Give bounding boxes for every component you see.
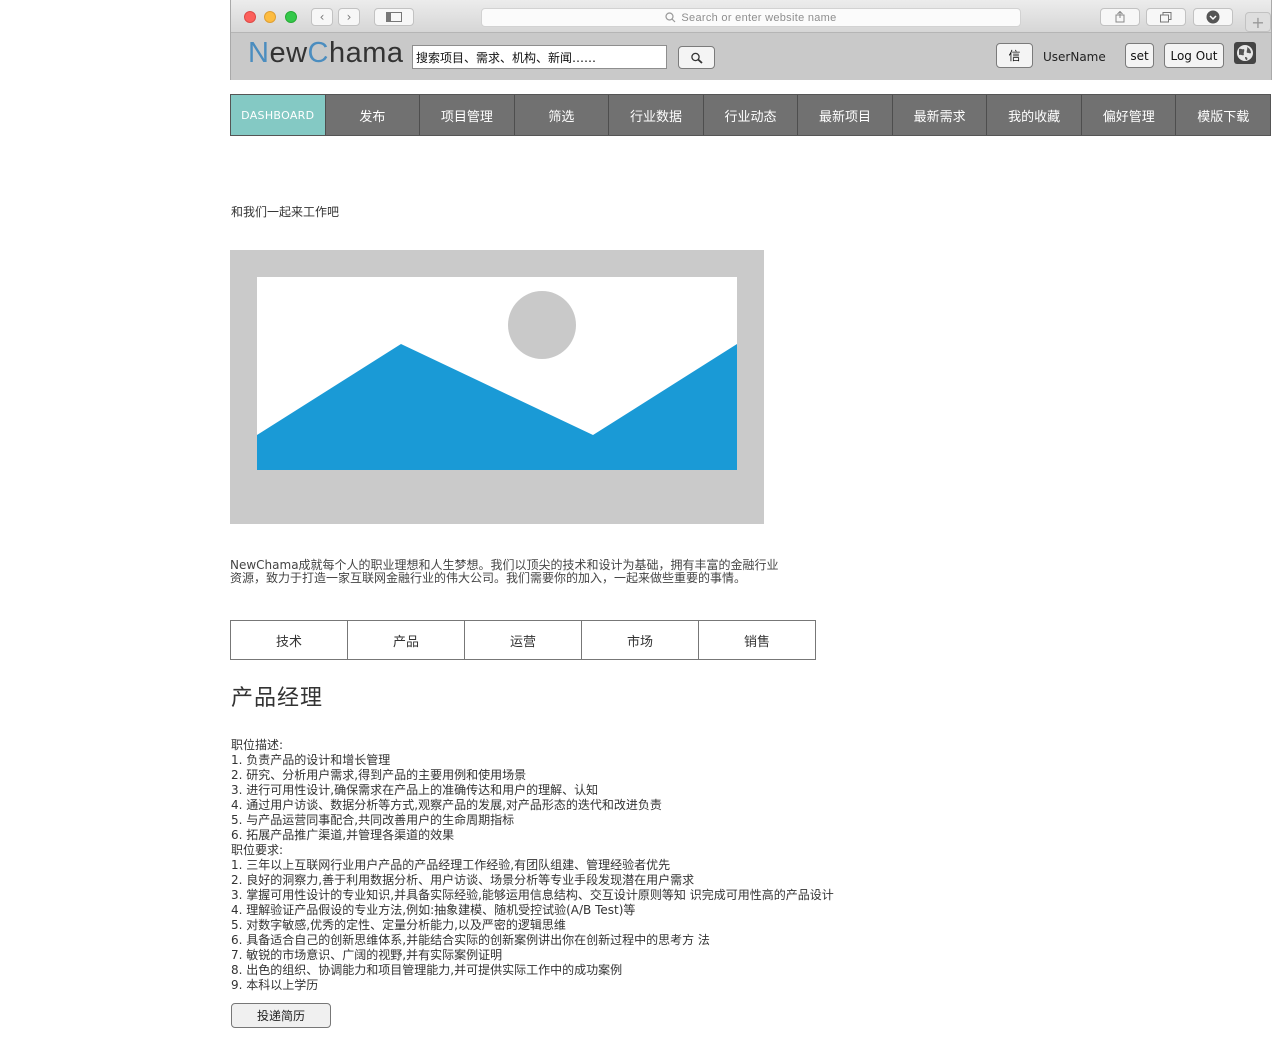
- share-button[interactable]: [1100, 8, 1140, 26]
- duty-item: 2. 研究、分析用户需求,得到产品的主要用例和使用场景: [231, 768, 527, 782]
- category-tab-2[interactable]: 运营: [464, 620, 582, 660]
- chevron-right-icon: ›: [346, 10, 352, 24]
- duty-list: 1. 负责产品的设计和增长管理 2. 研究、分析用户需求,得到产品的主要用例和使用…: [231, 753, 834, 843]
- nav-item-8[interactable]: 我的收藏: [987, 95, 1082, 135]
- search-icon: [665, 12, 676, 23]
- category-tab-0[interactable]: 技术: [230, 620, 348, 660]
- logout-button[interactable]: Log Out: [1164, 43, 1224, 68]
- site-search-input[interactable]: [412, 45, 667, 69]
- username-label: UserName: [1043, 50, 1106, 64]
- address-placeholder: Search or enter website name: [681, 11, 837, 24]
- duty-item: 4. 通过用户访谈、数据分析等方式,观察产品的发展,对产品形态的迭代和改进负责: [231, 798, 662, 812]
- address-bar[interactable]: Search or enter website name: [481, 8, 1021, 27]
- job-details: 职位描述: 1. 负责产品的设计和增长管理 2. 研究、分析用户需求,得到产品的主…: [231, 738, 834, 993]
- download-icon: [1206, 10, 1220, 24]
- messages-label: 信: [1008, 49, 1021, 63]
- settings-button[interactable]: set: [1125, 43, 1154, 68]
- category-tab-4[interactable]: 销售: [698, 620, 816, 660]
- forward-button[interactable]: ›: [338, 8, 360, 26]
- downloads-button[interactable]: [1193, 8, 1233, 26]
- chevron-left-icon: ‹: [319, 10, 325, 24]
- category-tab-3[interactable]: 市场: [581, 620, 699, 660]
- nav-item-4[interactable]: 行业数据: [609, 95, 704, 135]
- requirement-item: 9. 本科以上学历: [231, 978, 319, 992]
- language-button[interactable]: [1234, 42, 1256, 64]
- nav-item-5[interactable]: 行业动态: [704, 95, 799, 135]
- globe-icon: [1237, 45, 1253, 61]
- logo-text-ew: ew: [269, 37, 308, 69]
- search-button[interactable]: [678, 46, 715, 69]
- magnifier-icon: [690, 52, 703, 64]
- minimize-window-button[interactable]: [264, 11, 276, 23]
- nav-item-0[interactable]: DASHBOARD: [231, 95, 326, 135]
- submit-resume-button[interactable]: 投递简历: [231, 1003, 331, 1028]
- sidebar-icon: [386, 12, 402, 22]
- job-category-tabs: 技术 产品 运营 市场 销售: [230, 620, 816, 660]
- tagline: 和我们一起来工作吧: [231, 205, 340, 219]
- intro-line-2: 资源，致力于打造一家互联网金融行业的伟大公司。我们需要你的加入，一起来做些重要的…: [230, 571, 747, 585]
- requirement-item: 6. 具备适合自己的创新思维体系,并能结合实际的创新案例讲出你在创新过程中的思考…: [231, 933, 710, 947]
- submit-resume-label: 投递简历: [256, 1009, 305, 1023]
- category-tab-1[interactable]: 产品: [347, 620, 465, 660]
- requirement-item: 4. 理解验证产品假设的专业方法,例如:抽象建模、随机受控试验(A/B Test…: [231, 903, 636, 917]
- messages-button[interactable]: 信: [996, 43, 1033, 68]
- duty-heading: 职位描述:: [231, 738, 284, 752]
- duty-item: 6. 拓展产品推广渠道,并管理各渠道的效果: [231, 828, 455, 842]
- app-header: NewChama 信 UserName set Log Out: [231, 33, 1271, 80]
- tabs-icon: [1160, 11, 1172, 22]
- requirement-item: 1. 三年以上互联网行业用户产品的产品经理工作经验,有团队组建、管理经验者优先: [231, 858, 671, 872]
- requirement-item: 5. 对数字敏感,优秀的定性、定量分析能力,以及严密的逻辑思维: [231, 918, 566, 932]
- newchama-logo[interactable]: NewChama: [248, 37, 404, 70]
- logo-text-hama: hama: [328, 37, 404, 69]
- requirement-list: 1. 三年以上互联网行业用户产品的产品经理工作经验,有团队组建、管理经验者优先 2…: [231, 858, 834, 993]
- job-title: 产品经理: [231, 686, 324, 711]
- close-window-button[interactable]: [244, 11, 256, 23]
- nav-item-6[interactable]: 最新项目: [798, 95, 893, 135]
- requirement-item: 8. 出色的组织、协调能力和项目管理能力,并可提供实际工作中的成功案例: [231, 963, 623, 977]
- share-icon: [1115, 11, 1125, 23]
- plus-icon: +: [1251, 12, 1265, 32]
- main-nav: DASHBOARD 发布 项目管理 筛选 行业数据 行业动态 最新项目 最新需求 我的收藏 偏好管…: [230, 94, 1271, 136]
- logout-label: Log Out: [1170, 48, 1218, 63]
- hero-image-placeholder: [230, 250, 764, 524]
- back-button[interactable]: ‹: [311, 8, 333, 26]
- nav-item-10[interactable]: 模版下载: [1176, 95, 1270, 135]
- duty-item: 5. 与产品运营同事配合,共同改善用户的生命周期指标: [231, 813, 515, 827]
- browser-titlebar: ‹ › Search or enter website name +: [231, 0, 1271, 33]
- logo-letter-n: N: [248, 37, 270, 69]
- nav-item-7[interactable]: 最新需求: [893, 95, 988, 135]
- requirement-item: 7. 敏锐的市场意识、广阔的视野,并有实际案例证明: [231, 948, 503, 962]
- new-tab-button[interactable]: +: [1245, 12, 1271, 32]
- requirement-heading: 职位要求:: [231, 843, 284, 857]
- nav-item-3[interactable]: 筛选: [515, 95, 610, 135]
- requirement-item: 3. 掌握可用性设计的专业知识,并具备实际经验,能够运用信息结构、交互设计原则等…: [231, 888, 834, 902]
- browser-window-chrome: ‹ › Search or enter website name + NewCh…: [230, 0, 1272, 80]
- zoom-window-button[interactable]: [285, 11, 297, 23]
- nav-item-9[interactable]: 偏好管理: [1082, 95, 1177, 135]
- sidebar-toggle-button[interactable]: [374, 8, 414, 26]
- tabs-overview-button[interactable]: [1146, 8, 1186, 26]
- image-placeholder-icon: [257, 277, 737, 470]
- settings-label: set: [1130, 48, 1149, 63]
- company-intro: NewChama成就每个人的职业理想和人生梦想。我们以顶尖的技术和设计为基础，拥…: [230, 559, 840, 585]
- duty-item: 3. 进行可用性设计,确保需求在产品上的准确传达和用户的理解、认知: [231, 783, 599, 797]
- requirement-item: 2. 良好的洞察力,善于利用数据分析、用户访谈、场景分析等专业手段发现潜在用户需…: [231, 873, 695, 887]
- nav-item-1[interactable]: 发布: [326, 95, 421, 135]
- nav-item-2[interactable]: 项目管理: [420, 95, 515, 135]
- duty-item: 1. 负责产品的设计和增长管理: [231, 753, 391, 767]
- logo-letter-c: C: [307, 37, 329, 69]
